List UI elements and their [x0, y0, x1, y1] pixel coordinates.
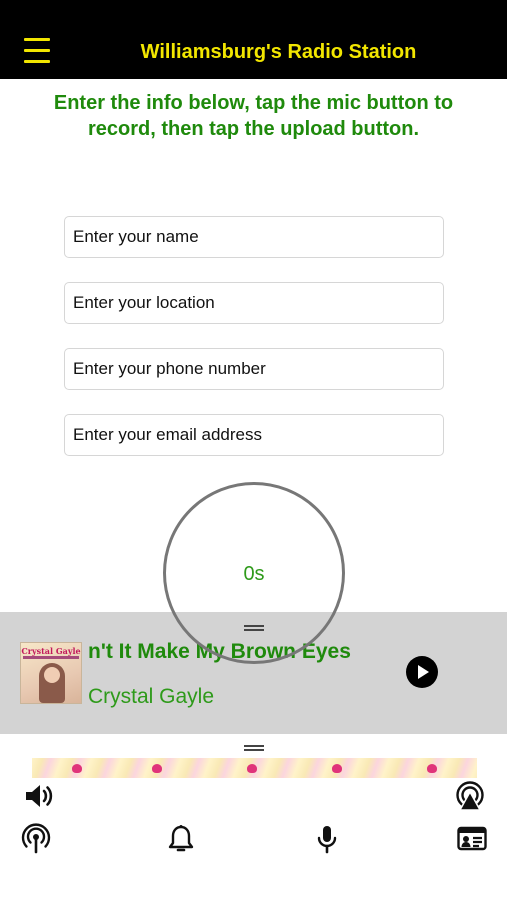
play-icon[interactable] — [406, 656, 438, 688]
artist-name: Crystal Gayle — [88, 685, 215, 708]
ad-banner[interactable] — [32, 758, 477, 778]
name-field[interactable] — [64, 216, 444, 258]
app-header: Williamsburg's Radio Station — [0, 0, 507, 79]
record-timer-text: 0s — [243, 563, 265, 585]
podcast-icon[interactable] — [20, 823, 52, 855]
phone-field[interactable] — [64, 348, 444, 390]
hamburger-menu-icon[interactable] — [24, 38, 52, 64]
album-art: Crystal Gayle — [20, 642, 82, 704]
microphone-icon[interactable] — [311, 823, 343, 855]
album-art-title: Crystal Gayle — [21, 646, 81, 656]
email-field[interactable] — [64, 414, 444, 456]
location-field[interactable] — [64, 282, 444, 324]
instructions-text: Enter the info below, tap the mic button… — [53, 92, 454, 140]
contact-card-icon[interactable] — [456, 823, 488, 855]
airplay-icon[interactable] — [454, 780, 486, 812]
bell-icon[interactable] — [165, 823, 197, 855]
drawer-drag-handle[interactable] — [244, 745, 264, 751]
record-timer-circle[interactable]: 0s — [163, 482, 345, 664]
app-title: Williamsburg's Radio Station — [140, 41, 417, 63]
volume-icon[interactable] — [22, 780, 54, 812]
